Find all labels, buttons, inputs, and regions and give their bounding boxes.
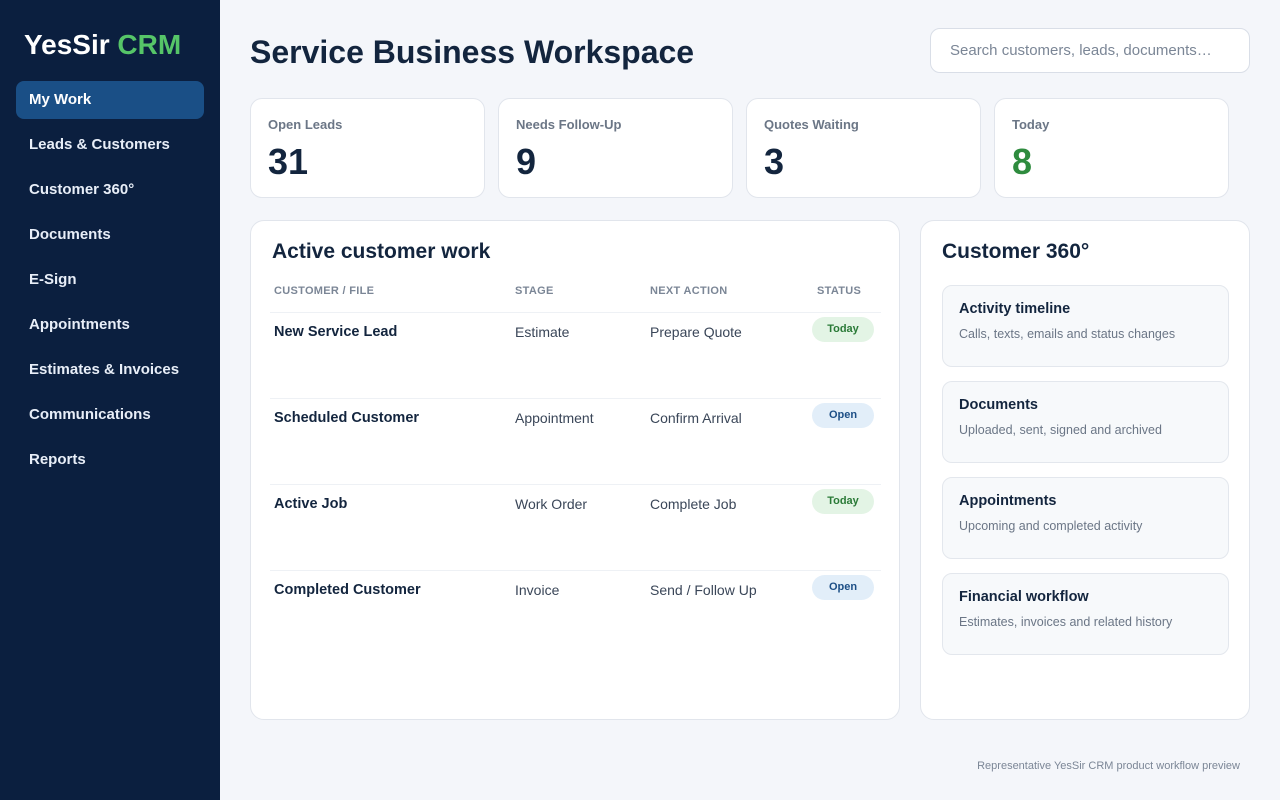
sidebar-item-documents[interactable]: Documents — [16, 216, 204, 254]
stat-value: 3 — [764, 141, 785, 182]
stat-card-quotes-waiting[interactable]: Quotes Waiting 3 — [746, 98, 981, 198]
stat-label: Quotes Waiting — [764, 117, 859, 132]
customer-name[interactable]: Scheduled Customer — [274, 410, 419, 426]
table-row[interactable]: Completed Customer Invoice Send / Follow… — [270, 570, 881, 656]
tile-description: Upcoming and completed activity — [959, 519, 1143, 533]
row-stage: Invoice — [515, 582, 560, 598]
sidebar-item-communications[interactable]: Communications — [16, 396, 204, 434]
customer-name[interactable]: Completed Customer — [274, 582, 421, 598]
table-row[interactable]: New Service Lead Estimate Prepare Quote … — [270, 312, 881, 398]
tile-activity-timeline[interactable]: Activity timeline Calls, texts, emails a… — [942, 285, 1229, 367]
tile-title: Documents — [959, 397, 1038, 413]
tile-documents[interactable]: Documents Uploaded, sent, signed and arc… — [942, 381, 1229, 463]
tile-description: Estimates, invoices and related history — [959, 615, 1173, 629]
tile-title: Financial workflow — [959, 589, 1089, 605]
tile-title: Activity timeline — [959, 301, 1071, 317]
status-badge[interactable]: Open — [812, 575, 874, 600]
sidebar-nav: My Work Leads & Customers Customer 360° … — [16, 81, 204, 479]
sidebar-item-leads-customers[interactable]: Leads & Customers — [16, 126, 204, 164]
column-header-customer: CUSTOMER / FILE — [274, 285, 375, 297]
card-title: Customer 360° — [942, 240, 1090, 263]
column-header-next-action: NEXT ACTION — [650, 285, 728, 297]
stat-card-open-leads[interactable]: Open Leads 31 — [250, 98, 485, 198]
row-next-action: Confirm Arrival — [650, 410, 742, 426]
search-input[interactable] — [930, 28, 1250, 73]
stat-card-today[interactable]: Today 8 — [994, 98, 1229, 198]
status-badge[interactable]: Today — [812, 317, 874, 342]
stat-value: 8 — [1012, 141, 1033, 182]
main-content: Service Business Workspace Open Leads 31… — [250, 0, 1250, 800]
brand-logo: YesSir CRM — [16, 28, 204, 62]
row-stage: Work Order — [515, 496, 588, 512]
sidebar-item-reports[interactable]: Reports — [16, 441, 204, 479]
tile-description: Uploaded, sent, signed and archived — [959, 423, 1162, 437]
tile-financial-workflow[interactable]: Financial workflow Estimates, invoices a… — [942, 573, 1229, 655]
sidebar-item-e-sign[interactable]: E-Sign — [16, 261, 204, 299]
brand-name: YesSir — [24, 29, 110, 60]
card-title: Active customer work — [272, 240, 491, 263]
column-header-status: STATUS — [817, 285, 862, 297]
stat-value: 9 — [516, 141, 537, 182]
sidebar-item-appointments[interactable]: Appointments — [16, 306, 204, 344]
sidebar-item-estimates-invoices[interactable]: Estimates & Invoices — [16, 351, 204, 389]
tile-title: Appointments — [959, 493, 1057, 509]
customer-360-card: Customer 360° Activity timeline Calls, t… — [920, 220, 1250, 720]
row-next-action: Complete Job — [650, 496, 737, 512]
customer-name[interactable]: New Service Lead — [274, 324, 397, 340]
stat-label: Today — [1012, 117, 1050, 132]
stat-label: Needs Follow-Up — [516, 117, 622, 132]
stat-value: 31 — [268, 141, 309, 182]
status-badge[interactable]: Open — [812, 403, 874, 428]
table-row[interactable]: Scheduled Customer Appointment Confirm A… — [270, 398, 881, 484]
column-header-stage: STAGE — [515, 285, 554, 297]
customer-name[interactable]: Active Job — [274, 496, 347, 512]
row-stage: Estimate — [515, 324, 570, 340]
row-next-action: Prepare Quote — [650, 324, 742, 340]
row-stage: Appointment — [515, 410, 594, 426]
sidebar-item-customer-360[interactable]: Customer 360° — [16, 171, 204, 209]
page-title: Service Business Workspace — [250, 34, 695, 70]
stat-card-needs-follow-up[interactable]: Needs Follow-Up 9 — [498, 98, 733, 198]
active-work-card: Active customer work CUSTOMER / FILE STA… — [250, 220, 900, 720]
stat-label: Open Leads — [268, 117, 343, 132]
tile-description: Calls, texts, emails and status changes — [959, 327, 1176, 341]
table-row[interactable]: Active Job Work Order Complete Job Today — [270, 484, 881, 570]
status-badge[interactable]: Today — [812, 489, 874, 514]
sidebar: YesSir CRM My Work Leads & Customers Cus… — [0, 0, 220, 800]
row-next-action: Send / Follow Up — [650, 582, 757, 598]
footer-note: Representative YesSir CRM product workfl… — [977, 760, 1240, 772]
sidebar-item-my-work[interactable]: My Work — [16, 81, 204, 119]
brand-accent: CRM — [117, 29, 182, 60]
tile-appointments[interactable]: Appointments Upcoming and completed acti… — [942, 477, 1229, 559]
